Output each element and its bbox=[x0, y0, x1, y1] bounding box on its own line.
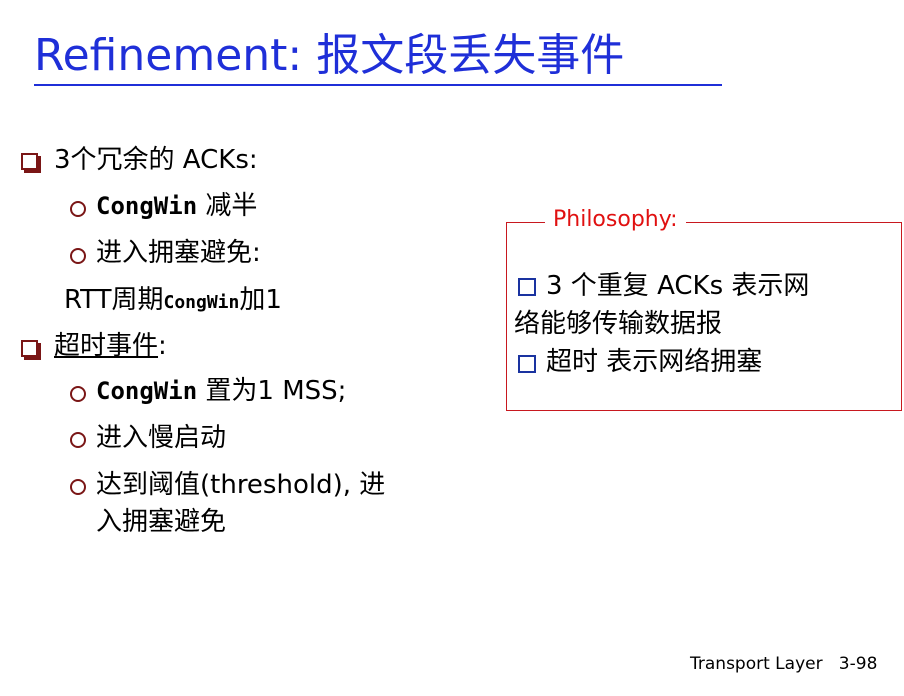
halve-text: 减半 bbox=[197, 191, 258, 221]
sub-bullet-congwin-half: CongWin 减半 bbox=[96, 188, 257, 224]
square-bullet-icon bbox=[518, 355, 536, 373]
congwin-code: CongWin bbox=[96, 192, 198, 220]
rtt-prefix: RTT周期 bbox=[64, 285, 164, 315]
sub-bullet-threshold-line1: 达到阈值(threshold), 进 bbox=[96, 470, 386, 500]
rtt-increment-line: RTT周期CongWin加1 bbox=[64, 282, 282, 321]
square-bullet-icon bbox=[21, 340, 38, 357]
set-1mss-text: 置为1 MSS; bbox=[197, 376, 347, 406]
square-bullet-icon bbox=[21, 153, 38, 170]
congwin-code: CongWin bbox=[96, 377, 198, 405]
rtt-suffix: 加1 bbox=[239, 285, 282, 315]
circle-bullet-icon bbox=[70, 201, 86, 217]
timeout-event-label: 超时事件 bbox=[54, 331, 159, 361]
sub-bullet-threshold-line2: 入拥塞避免 bbox=[96, 507, 227, 537]
philosophy-line-1: 3 个重复 ACKs 表示网 bbox=[546, 271, 810, 301]
circle-bullet-icon bbox=[70, 248, 86, 264]
slide-footer: Transport Layer 3-98 bbox=[690, 652, 877, 676]
timeout-colon: : bbox=[158, 331, 167, 361]
philosophy-line-3: 超时 表示网络拥塞 bbox=[546, 347, 763, 377]
square-bullet-icon bbox=[518, 278, 536, 296]
circle-bullet-icon bbox=[70, 432, 86, 448]
congwin-code: CongWin bbox=[163, 292, 240, 313]
sub-bullet-congwin-1mss: CongWin 置为1 MSS; bbox=[96, 373, 346, 409]
circle-bullet-icon bbox=[70, 479, 86, 495]
circle-bullet-icon bbox=[70, 386, 86, 402]
bullet-timeout-event: 超时事件: bbox=[54, 328, 167, 364]
sub-bullet-slow-start: 进入慢启动 bbox=[96, 423, 227, 453]
sub-bullet-congestion-avoidance: 进入拥塞避免: bbox=[96, 238, 261, 268]
philosophy-label: Philosophy: bbox=[545, 204, 686, 236]
bullet-duplicate-acks: 3个冗余的 ACKs: bbox=[54, 145, 258, 175]
slide-title: Refinement: 报文段丢失事件 bbox=[34, 30, 625, 81]
philosophy-line-2: 络能够传输数据报 bbox=[514, 309, 723, 339]
title-underline bbox=[34, 84, 722, 86]
footer-page-number: 3-98 bbox=[838, 654, 878, 674]
footer-section: Transport Layer bbox=[690, 654, 823, 674]
